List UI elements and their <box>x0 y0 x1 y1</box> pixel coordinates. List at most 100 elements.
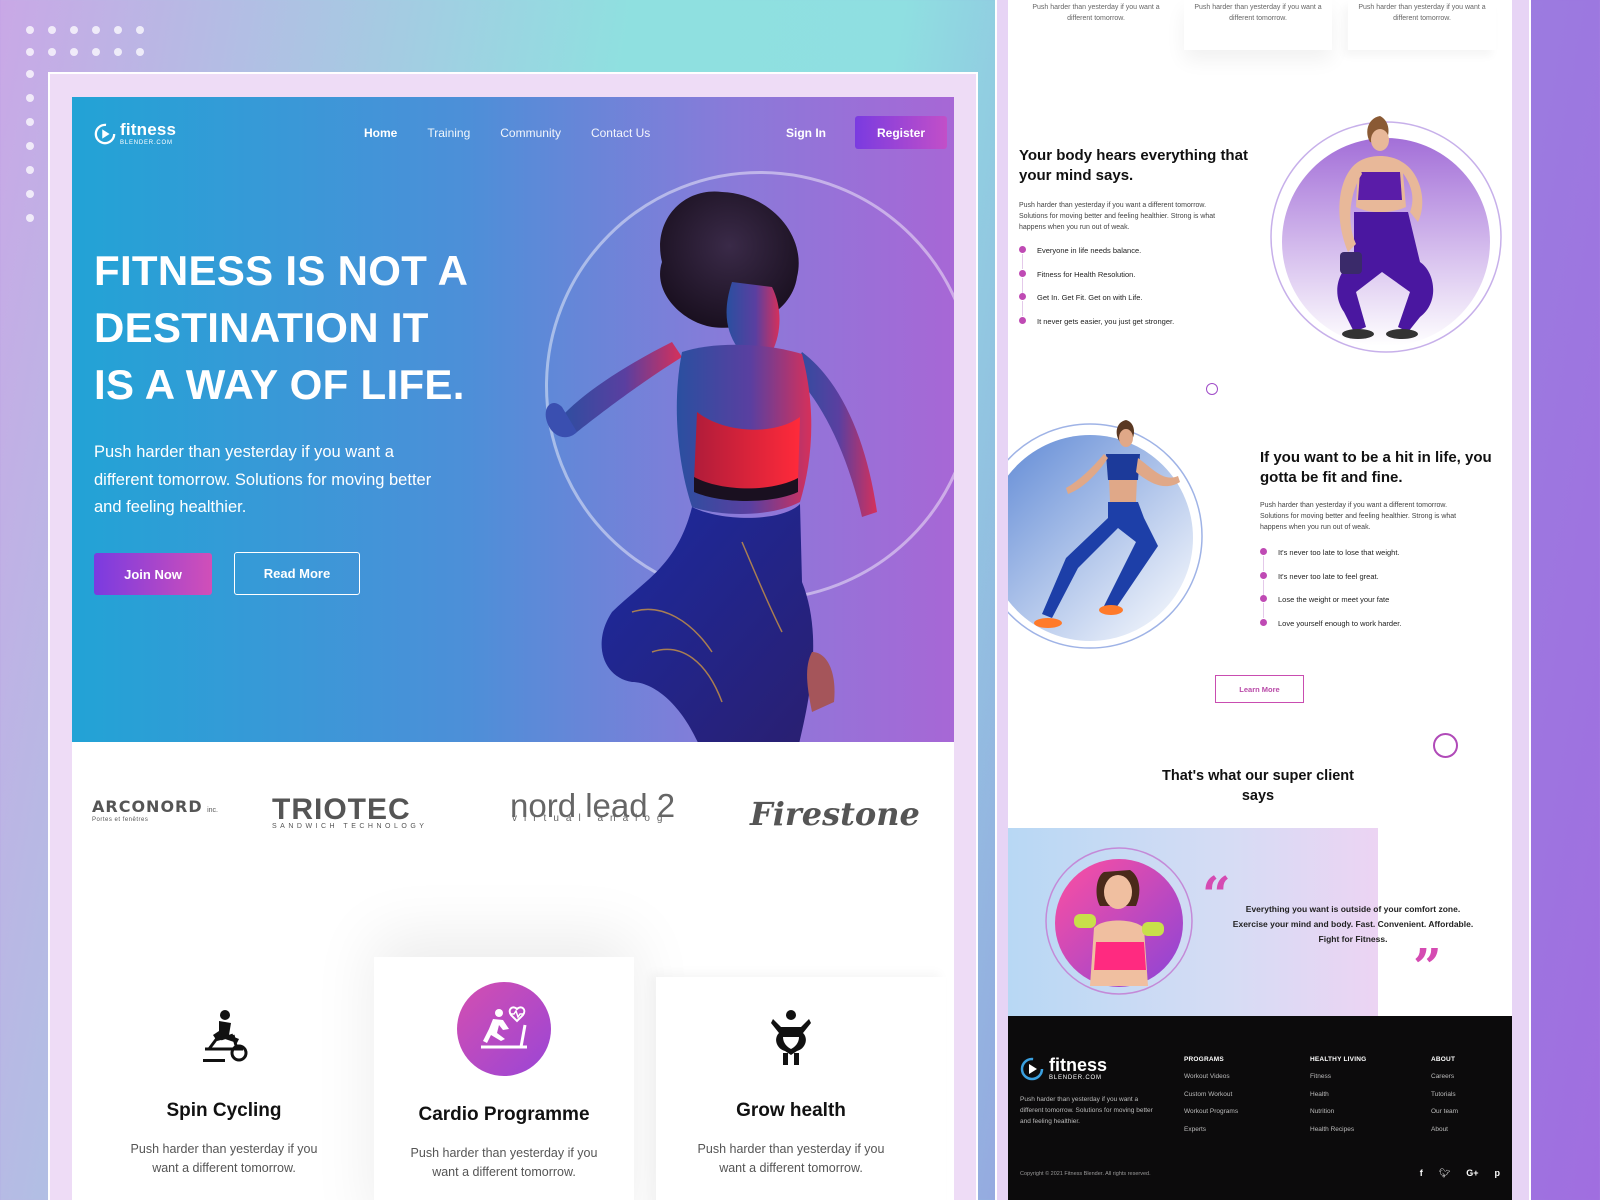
footer-logo[interactable]: fitness BLENDER.COM <box>1020 1056 1107 1081</box>
feature-item: It's never too late to feel great. <box>1260 571 1401 596</box>
hero-headline-line: IS A WAY OF LIFE. <box>94 361 465 408</box>
body-health-icon <box>771 1010 811 1065</box>
footer-column-about: ABOUT Careers Tutorials Our team About <box>1431 1056 1458 1143</box>
service-text: Push harder than yesterday if you want a… <box>697 1142 885 1175</box>
nav-contact-us[interactable]: Contact Us <box>591 126 650 140</box>
feature-item: It's never too late to lose that weight. <box>1260 548 1401 572</box>
sign-in-link[interactable]: Sign In <box>786 126 826 140</box>
footer-column-programs: PROGRAMS Workout Videos Custom Workout W… <box>1184 1056 1238 1143</box>
partner-logo-arconord: ARCONORD inc. Portes et fenêtres <box>92 797 218 823</box>
nav-training[interactable]: Training <box>427 126 470 140</box>
footer-link[interactable]: Careers <box>1431 1073 1458 1091</box>
feature-item: Fitness for Health Resolution. <box>1019 269 1174 294</box>
section-title: Your body hears everything that your min… <box>1019 147 1248 184</box>
footer-link[interactable]: Fitness <box>1310 1073 1366 1091</box>
brand-subtitle: BLENDER.COM <box>120 140 173 146</box>
footer-link[interactable]: Health <box>1310 1091 1366 1109</box>
partner-tagline: SANDWICH TECHNOLOGY <box>272 823 428 830</box>
service-card-cardio[interactable]: Cardio Programme Push harder than yester… <box>369 982 639 1182</box>
treadmill-heart-icon <box>457 982 551 1076</box>
brand-subtitle: BLENDER.COM <box>1049 1075 1102 1081</box>
service-card-grow-health[interactable]: Grow health Push harder than yesterday i… <box>656 1002 926 1178</box>
social-links: f 🐦︎ G+ p <box>1420 1168 1500 1179</box>
feature-item: Everyone in life needs balance. <box>1019 246 1174 270</box>
client-photo <box>1045 847 1193 995</box>
landing-page-desktop: fitness BLENDER.COM Home Training Communi… <box>72 97 954 1200</box>
play-logo-icon <box>1020 1057 1044 1080</box>
footer-link[interactable]: Custom Workout <box>1184 1091 1238 1109</box>
service-card-snippet: Push harder than yesterday if you want a… <box>1032 4 1160 22</box>
hero-subtitle: Push harder than yesterday if you want a… <box>94 443 432 516</box>
runner-athlete-image <box>1008 420 1203 649</box>
partner-logos: ARCONORD inc. Portes et fenêtres TRIOTEC S… <box>72 777 954 857</box>
service-title: Grow health <box>736 1100 846 1121</box>
copyright-text: Copyright © 2021 Fitness Blender. All ri… <box>1020 1171 1151 1177</box>
brand-logo[interactable]: fitness BLENDER.COM <box>94 121 176 146</box>
footer-column-title: HEALTHY LIVING <box>1310 1056 1367 1063</box>
service-card-spin[interactable]: Spin Cycling Push harder than yesterday … <box>89 1002 359 1178</box>
service-card-snippet: Push harder than yesterday if you want a… <box>1348 0 1496 50</box>
footer-column-title: ABOUT <box>1431 1056 1456 1063</box>
footer: fitness BLENDER.COM Push harder than yest… <box>1008 1016 1512 1200</box>
squat-athlete-image <box>1270 116 1502 353</box>
open-quote-icon: “ <box>1202 865 1231 924</box>
service-card-snippet: Push harder than yesterday if you want a… <box>1184 0 1332 50</box>
hero-headline-line: FITNESS IS NOT A <box>94 247 469 294</box>
twitter-icon[interactable]: 🐦︎ <box>1439 1168 1450 1179</box>
footer-link[interactable]: Health Recipes <box>1310 1126 1366 1144</box>
service-title: Cardio Programme <box>418 1104 590 1125</box>
spin-bike-icon <box>203 1010 248 1062</box>
google-plus-icon[interactable]: G+ <box>1466 1168 1478 1179</box>
brand-name: fitness <box>120 120 177 139</box>
read-more-button[interactable]: Read More <box>234 552 360 595</box>
service-title: Spin Cycling <box>166 1100 282 1121</box>
hero-headline: FITNESS IS NOT A DESTINATION IT IS A WAY… <box>94 242 494 413</box>
footer-column-healthy-living: HEALTHY LIVING Fitness Health Nutrition … <box>1310 1056 1366 1143</box>
service-text: Push harder than yesterday if you want a… <box>130 1142 318 1175</box>
hero-athlete-image <box>545 191 877 742</box>
main-nav: Home Training Community Contact Us <box>364 126 650 140</box>
footer-link[interactable]: Tutorials <box>1431 1091 1458 1109</box>
partner-tagline: virtual analog <box>512 813 670 824</box>
feature-item: Lose the weight or meet your fate <box>1260 595 1401 619</box>
partner-logo-triotec: TRIOTEC SANDWICH TECHNOLOGY <box>272 793 427 830</box>
partner-name: TRIOTEC <box>272 793 411 826</box>
service-text: Push harder than yesterday if you want a… <box>410 1146 598 1179</box>
feature-list: Everyone in life needs balance. Fitness … <box>1019 246 1174 340</box>
partner-suffix: inc. <box>207 807 218 814</box>
partner-tagline: Portes et fenêtres <box>92 817 149 823</box>
hero-headline-line: DESTINATION IT <box>94 304 429 351</box>
nav-community[interactable]: Community <box>500 126 561 140</box>
footer-column-title: PROGRAMS <box>1184 1056 1224 1063</box>
footer-link[interactable]: Workout Videos <box>1184 1073 1238 1091</box>
section-title: If you want to be a hit in life, you got… <box>1260 449 1492 486</box>
brand-name: fitness <box>1049 1055 1108 1075</box>
section-body: Push harder than yesterday if you want a… <box>1260 502 1457 531</box>
register-button[interactable]: Register <box>855 116 947 149</box>
testimonial-title: That's what our super client says <box>1162 768 1354 804</box>
feature-item: Get In. Get Fit. Get on with Life. <box>1019 293 1174 317</box>
play-logo-icon <box>94 123 116 144</box>
close-quote-icon: ” <box>1413 937 1442 996</box>
partner-name: ARCONORD <box>92 797 203 816</box>
pinterest-icon[interactable]: p <box>1495 1168 1501 1179</box>
decorative-circle <box>1433 733 1458 758</box>
feature-item: Love yourself enough to work harder. <box>1260 618 1401 643</box>
join-now-button[interactable]: Join Now <box>94 553 212 595</box>
learn-more-button[interactable]: Learn More <box>1215 675 1304 703</box>
facebook-icon[interactable]: f <box>1420 1168 1423 1179</box>
footer-about: Push harder than yesterday if you want a… <box>1020 1096 1153 1125</box>
section-body: Push harder than yesterday if you want a… <box>1019 202 1216 231</box>
feature-item: It never gets easier, you just get stron… <box>1019 316 1174 341</box>
partner-logo-firestone: Firestone <box>750 795 920 833</box>
footer-link[interactable]: Workout Programs <box>1184 1108 1238 1126</box>
footer-link[interactable]: Nutrition <box>1310 1108 1366 1126</box>
nav-home[interactable]: Home <box>364 126 397 140</box>
partner-logo-nordlead: nord lead 2 virtual analog <box>510 787 675 824</box>
landing-page-continued: Push harder than yesterday if you want a… <box>1008 0 1512 1200</box>
footer-link[interactable]: About <box>1431 1126 1458 1144</box>
footer-link[interactable]: Experts <box>1184 1126 1238 1144</box>
footer-link[interactable]: Our team <box>1431 1108 1458 1126</box>
decorative-circle <box>1206 383 1218 395</box>
hero-section: fitness BLENDER.COM Home Training Communi… <box>72 97 954 742</box>
